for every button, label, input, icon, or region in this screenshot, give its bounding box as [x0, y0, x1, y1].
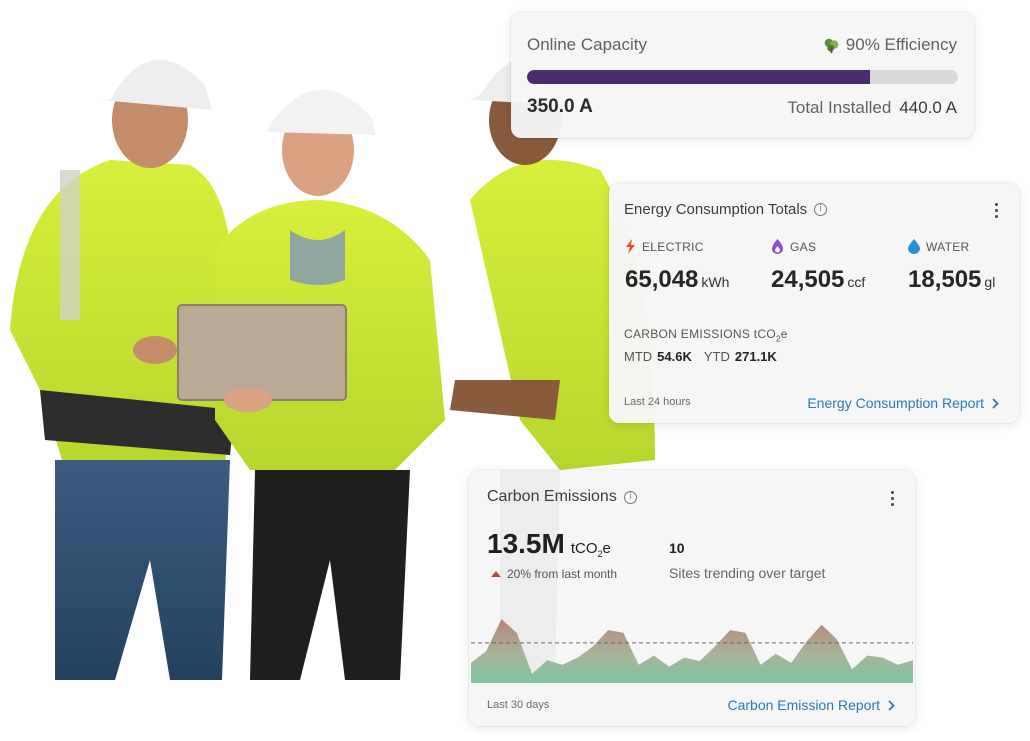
carbon-trend-text: 20% from last month	[507, 567, 618, 581]
sites-over-target-label: Sites trending over target	[669, 565, 826, 581]
online-capacity-value: 350.0 A	[527, 96, 593, 117]
energy-card-title: Energy Consumption Totals	[624, 201, 808, 218]
capacity-progress-bar	[527, 70, 958, 84]
utility-value: 65,048	[625, 266, 699, 293]
utility-unit: ccf	[847, 274, 866, 290]
mtd-label: MTD	[624, 349, 653, 364]
energy-period: Last 24 hours	[624, 396, 691, 408]
chevron-right-icon[interactable]	[888, 699, 895, 711]
carbon-total: 13.5M tCO2e	[487, 528, 611, 560]
efficiency-text: 90% Efficiency	[845, 35, 957, 54]
flame-icon	[772, 239, 783, 254]
chevron-right-icon[interactable]	[992, 397, 999, 409]
total-installed-label: Total Installed	[787, 98, 892, 117]
online-capacity-card: Online Capacity 90% Efficiency 350.0 A T…	[511, 12, 974, 138]
carbon-trend: 20% from last month	[491, 567, 617, 581]
energy-card-header: Energy Consumption Totals i	[624, 201, 828, 218]
more-options-icon[interactable]	[995, 203, 999, 218]
utility-water: WATER 18,505 gl	[908, 239, 995, 294]
utility-unit: gl	[984, 274, 996, 290]
water-drop-icon	[908, 239, 920, 254]
energy-report-link-text[interactable]: Energy Consumption Report	[807, 395, 984, 411]
utility-unit: kWh	[701, 274, 730, 290]
sparkline-area	[471, 619, 913, 683]
utility-label: GAS	[790, 239, 817, 254]
info-icon[interactable]: i	[623, 490, 637, 504]
energy-report-link[interactable]: Energy Consumption Report	[807, 395, 999, 411]
sites-over-target-count: 10	[669, 540, 685, 556]
utility-electric: ELECTRIC 65,048 kWh	[625, 239, 729, 294]
carbon-sparkline	[471, 619, 913, 683]
utility-gas: GAS 24,505 ccf	[771, 239, 865, 294]
capacity-progress-fill	[527, 70, 870, 84]
mtd-value: 54.6K	[657, 349, 692, 364]
carbon-card-title: Carbon Emissions	[487, 488, 617, 505]
utility-label: ELECTRIC	[642, 239, 704, 254]
capacity-title: Online Capacity	[527, 35, 648, 54]
utility-label: WATER	[926, 239, 970, 254]
ytd-value: 271.1K	[734, 349, 777, 364]
carbon-emissions-label: CARBON EMISSIONS tCO2e	[624, 327, 788, 344]
total-installed: Total Installed 440.0 A	[787, 98, 957, 118]
carbon-mtd-ytd: MTD 54.6K YTD 271.1K	[624, 349, 789, 364]
carbon-period: Last 30 days	[487, 699, 550, 711]
efficiency-badge: 90% Efficiency	[823, 35, 957, 55]
carbon-total-value: 13.5M	[487, 528, 565, 559]
carbon-card-header: Carbon Emissions i	[487, 488, 637, 506]
trend-up-icon	[491, 571, 501, 577]
carbon-report-link-text[interactable]: Carbon Emission Report	[727, 697, 880, 713]
utility-value: 18,505	[908, 266, 982, 293]
energy-consumption-card: Energy Consumption Totals i ELECTRIC 65,…	[609, 183, 1019, 423]
leaf-icon	[824, 38, 839, 53]
utility-value: 24,505	[771, 266, 845, 293]
more-options-icon[interactable]	[891, 491, 895, 506]
info-icon[interactable]: i	[814, 203, 828, 216]
total-installed-value: 440.0 A	[899, 98, 957, 117]
ytd-label: YTD	[703, 349, 730, 364]
carbon-emissions-card: Carbon Emissions i 13.5M tCO2e 20% from l…	[469, 470, 915, 726]
lightning-icon	[626, 239, 635, 254]
carbon-report-link[interactable]: Carbon Emission Report	[727, 697, 895, 713]
carbon-total-unit: tCO2e	[570, 540, 611, 559]
